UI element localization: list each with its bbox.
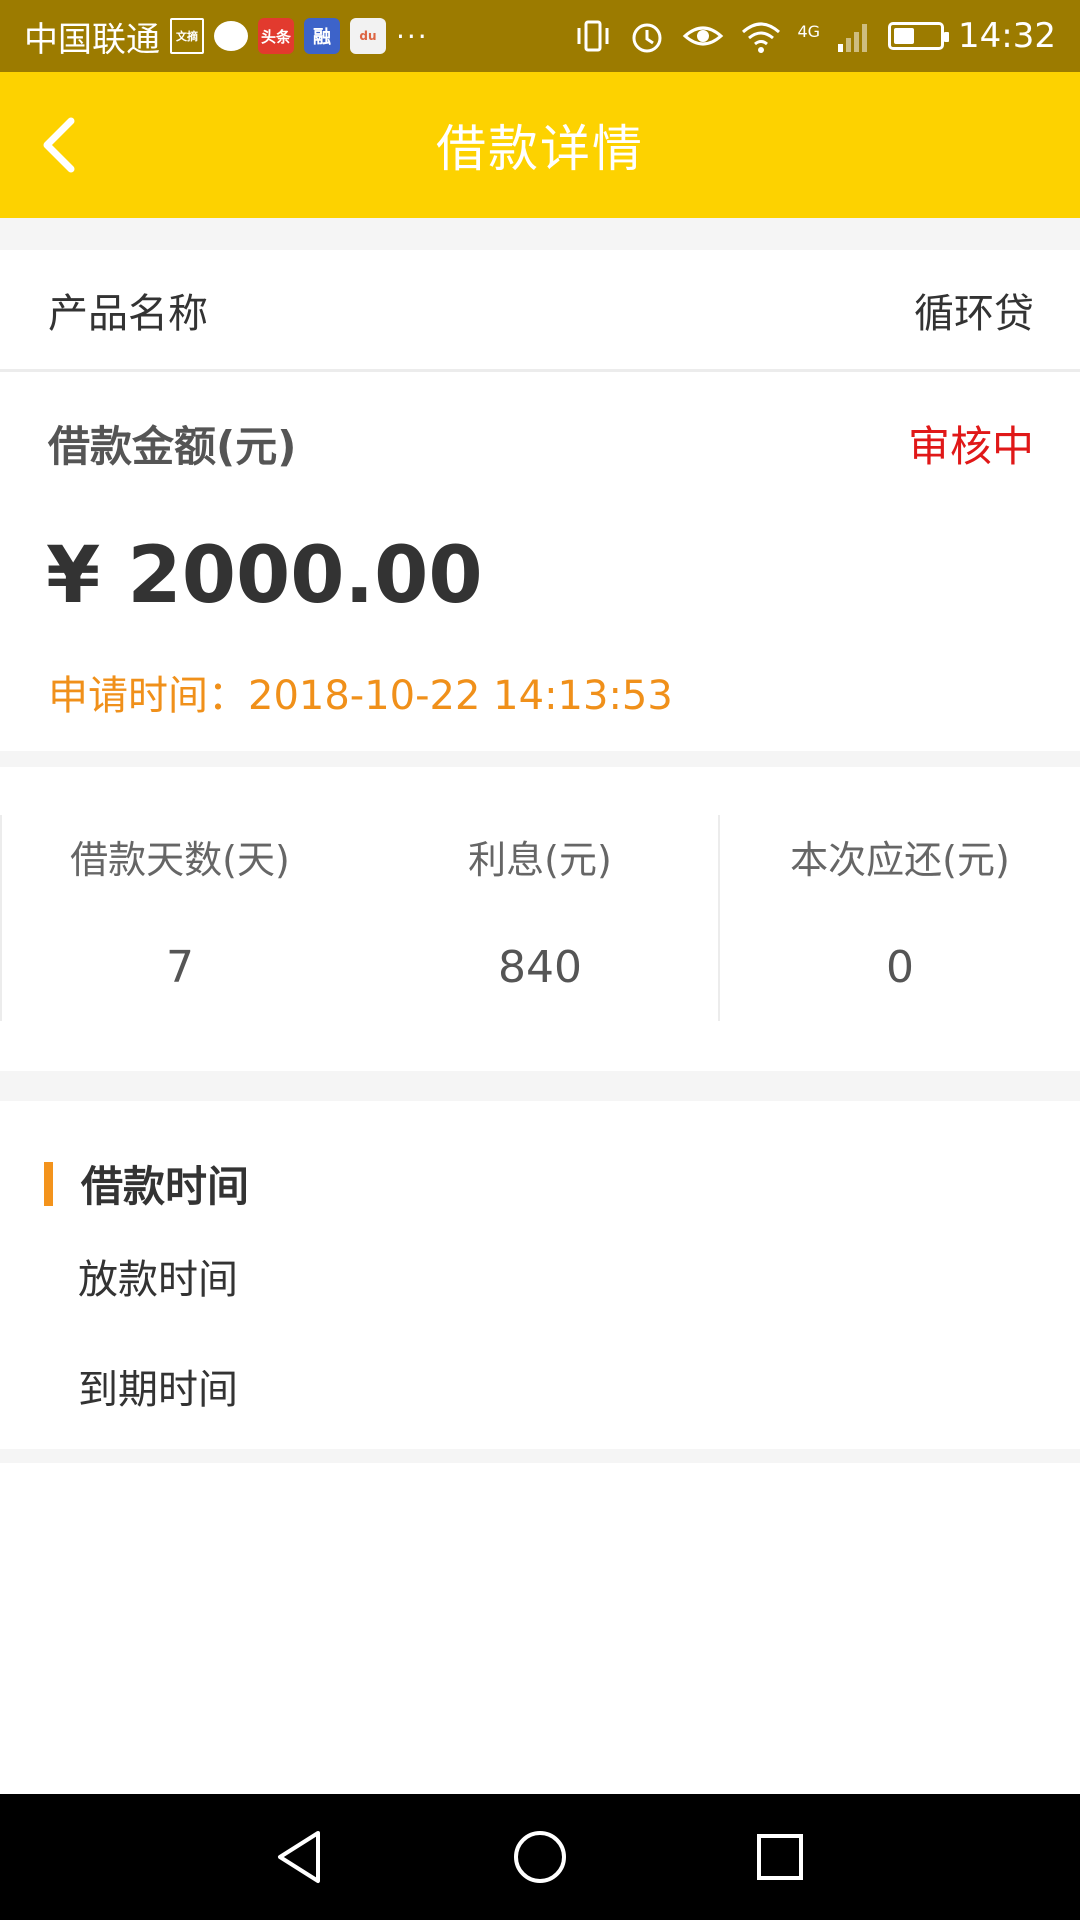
- nav-home-button[interactable]: [510, 1827, 570, 1887]
- eye-comfort-icon: [683, 26, 724, 46]
- toutiao-app-icon: 头条: [258, 18, 294, 54]
- wenzhai-app-icon: 文摘: [170, 18, 204, 54]
- triangle-back-icon: [278, 1831, 320, 1883]
- wifi-icon: [742, 22, 781, 53]
- stat-label: 利息(元): [468, 838, 612, 882]
- stat-label: 本次应还(元): [790, 838, 1010, 882]
- network-type: 4G: [797, 22, 821, 41]
- stat-loan-days: 借款天数(天) 7: [0, 815, 360, 1021]
- nav-back-button[interactable]: [270, 1827, 330, 1887]
- loan-time-title: 借款时间: [81, 1162, 250, 1211]
- loan-time-section: 借款时间 放款时间 到期时间: [0, 1101, 1080, 1449]
- disbursement-time-label: 放款时间: [78, 1257, 238, 1303]
- section-gap: [0, 751, 1080, 767]
- du-app-icon: du: [350, 18, 386, 54]
- back-button[interactable]: [20, 105, 100, 185]
- status-bar: 中国联通 文摘 头条 融 du ··· 4G 14:32: [0, 0, 1080, 72]
- header-bar: 借款详情: [0, 72, 1080, 218]
- battery-icon: [888, 22, 950, 50]
- stat-value: 0: [886, 942, 914, 993]
- circle-home-icon: [514, 1831, 566, 1883]
- product-name-value: 循环贷: [914, 290, 1034, 337]
- status-left: 中国联通 文摘 头条 融 du ···: [24, 12, 573, 61]
- rong-app-icon: 融: [304, 18, 340, 54]
- square-recent-icon: [757, 1834, 803, 1880]
- nav-recent-button[interactable]: [750, 1827, 810, 1887]
- loan-stats-section: 借款天数(天) 7 利息(元) 840 本次应还(元) 0: [0, 767, 1080, 1071]
- loan-amount-section: 借款金额(元) 审核中 ¥ 2000.00 申请时间：2018-10-22 14…: [0, 375, 1080, 751]
- stat-value: 7: [166, 942, 194, 993]
- stat-label: 借款天数(天): [70, 838, 290, 882]
- section-gap: [0, 1071, 1080, 1101]
- product-name-row: 产品名称 循环贷: [0, 250, 1080, 372]
- signal-icon: [838, 24, 868, 52]
- loan-amount-label: 借款金额(元): [48, 422, 297, 471]
- review-status-badge: 审核中: [907, 422, 1034, 471]
- system-nav-bar: [0, 1794, 1080, 1920]
- stat-value: 840: [498, 942, 582, 993]
- status-right: 4G 14:32: [573, 16, 1056, 56]
- due-time-label: 到期时间: [78, 1367, 238, 1413]
- stat-repayment: 本次应还(元) 0: [720, 815, 1080, 1021]
- section-gap: [0, 1449, 1080, 1463]
- stat-interest: 利息(元) 840: [360, 815, 720, 1021]
- carrier-name: 中国联通: [24, 19, 160, 60]
- vibrate-icon: [577, 20, 609, 52]
- loan-time-heading: 借款时间: [44, 1153, 249, 1214]
- page-title: 借款详情: [436, 120, 644, 178]
- clock: 14:32: [958, 16, 1056, 56]
- product-name-label: 产品名称: [48, 290, 208, 337]
- chevron-left-icon: [43, 117, 75, 173]
- more-notifications-icon: ···: [396, 19, 429, 53]
- accent-bar: [44, 1161, 53, 1206]
- chat-notification-icon: [214, 21, 248, 51]
- loan-amount-value: ¥ 2000.00: [46, 531, 483, 621]
- apply-time: 申请时间：2018-10-22 14:13:53: [48, 673, 673, 719]
- section-gap: [0, 218, 1080, 250]
- alarm-icon: [632, 23, 662, 53]
